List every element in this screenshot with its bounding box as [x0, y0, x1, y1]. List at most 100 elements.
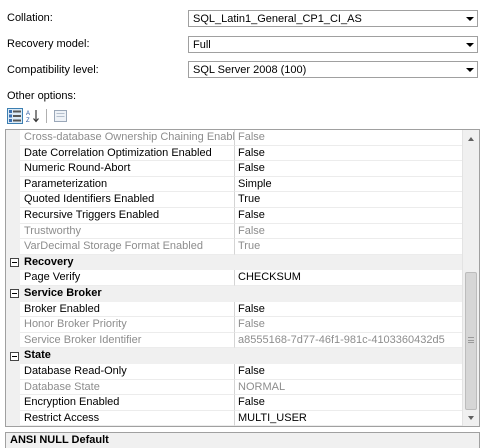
- collapse-icon[interactable]: [9, 289, 19, 299]
- property-row[interactable]: Broker Enabled False: [6, 301, 463, 318]
- recovery-model-value: Full: [193, 38, 211, 51]
- property-value[interactable]: Simple: [235, 176, 463, 193]
- row-gutter: [6, 395, 20, 411]
- row-gutter: [6, 145, 20, 162]
- chevron-down-icon[interactable]: [463, 62, 477, 77]
- property-name: Trustworthy: [20, 223, 235, 240]
- property-name: Page Verify: [20, 270, 235, 286]
- recovery-model-label: Recovery model:: [7, 38, 90, 50]
- property-value[interactable]: CHECKSUM: [235, 270, 463, 286]
- property-name: VarDecimal Storage Format Enabled: [20, 239, 235, 255]
- property-name: Numeric Round-Abort: [20, 161, 235, 177]
- property-value[interactable]: False: [235, 161, 463, 177]
- property-name: Database State: [20, 379, 235, 396]
- property-name: Database Read-Only: [20, 363, 235, 380]
- property-value[interactable]: MULTI_USER: [235, 410, 463, 426]
- property-row[interactable]: Honor Broker Priority False: [6, 317, 463, 333]
- category-gutter: [6, 285, 20, 302]
- property-row[interactable]: Recursive Triggers Enabled False: [6, 207, 463, 224]
- compatibility-level-dropdown[interactable]: SQL Server 2008 (100): [188, 61, 478, 78]
- property-row[interactable]: Database State NORMAL: [6, 379, 463, 396]
- description-title: ANSI NULL Default: [5, 432, 480, 448]
- row-gutter: [6, 301, 20, 318]
- property-row[interactable]: VarDecimal Storage Format Enabled True: [6, 239, 463, 255]
- property-pages-button[interactable]: [52, 108, 68, 124]
- category-name: Recovery: [24, 255, 74, 268]
- scroll-up-icon[interactable]: [463, 130, 479, 147]
- property-value[interactable]: NORMAL: [235, 379, 463, 396]
- property-grid[interactable]: Cross-database Ownership Chaining Enable…: [5, 129, 480, 427]
- property-value[interactable]: False: [235, 223, 463, 240]
- grip-icon: [468, 337, 474, 343]
- other-options-label: Other options:: [7, 90, 77, 102]
- property-value[interactable]: False: [235, 145, 463, 162]
- property-name: Honor Broker Priority: [20, 317, 235, 333]
- row-gutter: [6, 176, 20, 193]
- category-name: State: [24, 349, 51, 362]
- row-gutter: [6, 410, 20, 426]
- collation-value: SQL_Latin1_General_CP1_CI_AS: [193, 12, 362, 25]
- chevron-down-icon[interactable]: [463, 11, 477, 26]
- row-gutter: [6, 239, 20, 255]
- property-value[interactable]: False: [235, 130, 463, 146]
- property-row[interactable]: Quoted Identifiers Enabled True: [6, 192, 463, 208]
- compatibility-level-label: Compatibility level:: [7, 64, 99, 76]
- property-value[interactable]: True: [235, 239, 463, 255]
- categorized-button[interactable]: [7, 107, 23, 124]
- row-gutter: [6, 192, 20, 208]
- property-name: Broker Enabled: [20, 301, 235, 318]
- category-row[interactable]: Recovery: [6, 254, 463, 271]
- svg-text:Z: Z: [26, 118, 30, 123]
- row-gutter: [6, 379, 20, 396]
- category-row[interactable]: State: [6, 348, 463, 364]
- collapse-icon[interactable]: [9, 258, 19, 268]
- property-row[interactable]: Cross-database Ownership Chaining Enable…: [6, 130, 463, 146]
- recovery-model-dropdown[interactable]: Full: [188, 36, 478, 53]
- property-row[interactable]: Database Read-Only False: [6, 363, 463, 380]
- property-value[interactable]: True: [235, 192, 463, 208]
- property-value[interactable]: False: [235, 395, 463, 411]
- property-name: Service Broker Identifier: [20, 332, 235, 349]
- row-gutter: [6, 207, 20, 224]
- property-name: Encryption Enabled: [20, 395, 235, 411]
- row-gutter: [6, 270, 20, 286]
- alphabetical-button[interactable]: A Z: [25, 108, 41, 124]
- chevron-down-icon[interactable]: [463, 37, 477, 52]
- property-row[interactable]: Numeric Round-Abort False: [6, 161, 463, 177]
- categorized-icon: [9, 109, 21, 122]
- category-row[interactable]: Service Broker: [6, 285, 463, 302]
- category-name: Service Broker: [24, 286, 102, 299]
- property-row[interactable]: Service Broker Identifier a8555168-7d77-4…: [6, 332, 463, 349]
- collapse-icon[interactable]: [9, 351, 19, 361]
- category-gutter: [6, 254, 20, 271]
- property-name: Cross-database Ownership Chaining Enable…: [20, 130, 235, 146]
- property-row[interactable]: Trustworthy False: [6, 223, 463, 240]
- collation-dropdown[interactable]: SQL_Latin1_General_CP1_CI_AS: [188, 10, 478, 27]
- row-gutter: [6, 332, 20, 349]
- row-gutter: [6, 363, 20, 380]
- property-row[interactable]: Parameterization Simple: [6, 176, 463, 193]
- property-pages-icon: [53, 109, 67, 122]
- property-value[interactable]: a8555168-7d77-46f1-981c-4103360432d5: [235, 332, 463, 349]
- row-gutter: [6, 130, 20, 146]
- row-gutter: [6, 317, 20, 333]
- property-value[interactable]: False: [235, 207, 463, 224]
- property-name: Quoted Identifiers Enabled: [20, 192, 235, 208]
- scrollbar-thumb[interactable]: [465, 272, 477, 410]
- property-value[interactable]: False: [235, 317, 463, 333]
- alphabetical-icon: A Z: [26, 109, 39, 123]
- toolbar-separator: [46, 108, 47, 123]
- property-value[interactable]: False: [235, 363, 463, 380]
- scroll-down-icon[interactable]: [463, 409, 479, 426]
- property-grid-toolbar: A Z: [7, 107, 68, 124]
- compatibility-level-value: SQL Server 2008 (100): [193, 63, 307, 76]
- row-gutter: [6, 223, 20, 240]
- property-value[interactable]: False: [235, 301, 463, 318]
- vertical-scrollbar[interactable]: [462, 130, 479, 426]
- property-row[interactable]: Restrict Access MULTI_USER: [6, 410, 463, 426]
- property-row[interactable]: Date Correlation Optimization Enabled Fal…: [6, 145, 463, 162]
- property-row[interactable]: Page Verify CHECKSUM: [6, 270, 463, 286]
- property-row[interactable]: Encryption Enabled False: [6, 395, 463, 411]
- svg-text:A: A: [26, 111, 30, 117]
- property-name: Restrict Access: [20, 410, 235, 426]
